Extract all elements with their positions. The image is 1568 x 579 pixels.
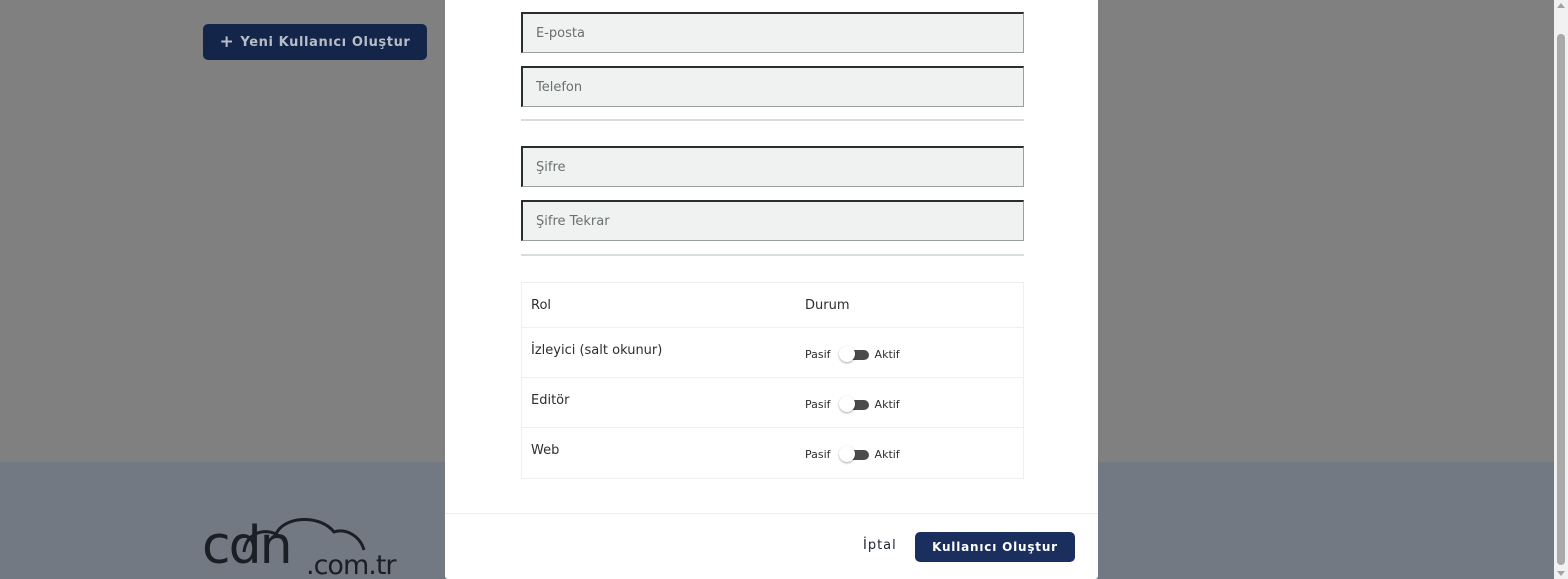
- toggle-on-label: Aktif: [874, 397, 900, 411]
- new-user-button[interactable]: + Yeni Kullanıcı Oluştur: [203, 24, 427, 60]
- plus-icon: +: [219, 31, 235, 52]
- toggle-on-label: Aktif: [874, 447, 900, 461]
- scroll-thumb[interactable]: [1557, 34, 1565, 565]
- role-label: Web: [531, 443, 560, 458]
- new-user-button-label: Yeni Kullanıcı Oluştur: [240, 34, 411, 50]
- password-repeat-field[interactable]: [521, 200, 1024, 241]
- roles-table-header: Rol Durum: [522, 283, 1023, 328]
- status-column-header: Durum: [805, 298, 850, 313]
- create-user-button[interactable]: Kullanıcı Oluştur: [915, 532, 1075, 562]
- status-toggle[interactable]: [838, 396, 869, 412]
- table-row: Editör Pasif Aktif: [522, 378, 1023, 428]
- section-divider: [521, 119, 1024, 121]
- page-scrollbar[interactable]: [1554, 0, 1568, 579]
- toggle-off-label: Pasif: [805, 347, 831, 361]
- create-user-modal: Rol Durum İzleyici (salt okunur) Pasif A…: [445, 0, 1098, 579]
- roles-table: Rol Durum İzleyici (salt okunur) Pasif A…: [521, 282, 1024, 479]
- table-row: İzleyici (salt okunur) Pasif Aktif: [522, 328, 1023, 378]
- section-divider: [521, 254, 1024, 256]
- scroll-up-arrow-icon[interactable]: [1557, 3, 1565, 8]
- status-toggle-group: Pasif Aktif: [805, 446, 900, 462]
- role-label: İzleyici (salt okunur): [531, 343, 663, 358]
- email-field[interactable]: [521, 12, 1024, 53]
- status-toggle-group: Pasif Aktif: [805, 346, 900, 362]
- logo-name: cdn: [202, 516, 293, 576]
- role-column-header: Rol: [531, 298, 552, 313]
- logo-suffix: .com.tr: [306, 550, 397, 579]
- role-label: Editör: [531, 393, 570, 408]
- toggle-off-label: Pasif: [805, 397, 831, 411]
- phone-field[interactable]: [521, 66, 1024, 107]
- modal-footer-divider: [445, 513, 1098, 514]
- cancel-button[interactable]: İptal: [863, 538, 897, 553]
- scroll-down-arrow-icon[interactable]: [1557, 571, 1565, 576]
- site-logo: cdn .com.tr: [202, 512, 412, 579]
- status-toggle[interactable]: [838, 346, 869, 362]
- toggle-on-label: Aktif: [874, 347, 900, 361]
- table-row: Web Pasif Aktif: [522, 428, 1023, 478]
- toggle-off-label: Pasif: [805, 447, 831, 461]
- password-field[interactable]: [521, 146, 1024, 187]
- status-toggle-group: Pasif Aktif: [805, 396, 900, 412]
- status-toggle[interactable]: [838, 446, 869, 462]
